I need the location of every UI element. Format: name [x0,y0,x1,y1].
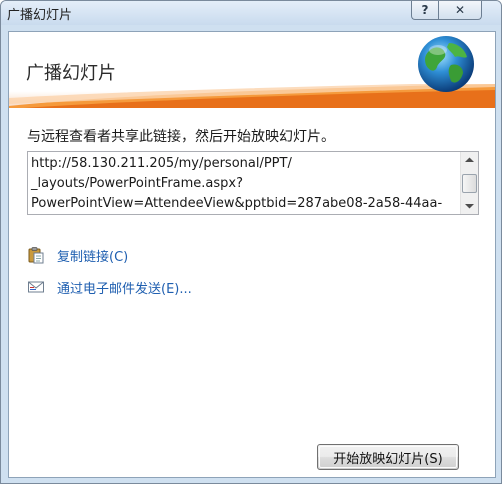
broadcast-dialog: 广播幻灯片 ? ✕ 广播幻灯片 与远程查看者共享此链接，然后开始放映幻灯片。 h… [0,0,502,484]
scroll-down-button[interactable] [461,198,478,214]
close-button[interactable]: ✕ [438,1,482,20]
copy-link-label[interactable]: 复制链接(C) [57,246,128,265]
banner-title: 广播幻灯片 [26,63,116,84]
scroll-thumb[interactable] [462,174,477,193]
start-slideshow-button[interactable]: 开始放映幻灯片(S) [317,444,459,470]
chevron-up-icon [465,157,474,162]
window-title: 广播幻灯片 [7,8,73,23]
send-email-label[interactable]: 通过电子邮件发送(E)... [57,278,192,297]
share-link-text[interactable]: http://58.130.211.205/my/personal/PPT/ _… [31,154,455,214]
link-line-2: _layouts/PowerPointFrame.aspx? [31,176,244,191]
globe-icon [418,36,474,92]
clipboard-icon [28,247,44,264]
email-icon [28,281,44,293]
start-slideshow-label: 开始放映幻灯片(S) [333,451,443,467]
vertical-scrollbar[interactable] [460,152,478,214]
scroll-up-button[interactable] [461,152,478,168]
copy-link[interactable]: 复制链接(C) [27,244,128,266]
title-bar[interactable]: 广播幻灯片 ? ✕ [1,1,501,25]
header-banner: 广播幻灯片 [9,32,495,108]
instruction-text: 与远程查看者共享此链接，然后开始放映幻灯片。 [27,129,335,145]
chevron-down-icon [465,204,474,209]
close-icon: ✕ [454,3,466,17]
link-line-3: PowerPointView=AttendeeView&pptbid=287ab… [31,196,443,211]
share-link-textbox[interactable]: http://58.130.211.205/my/personal/PPT/ _… [27,151,479,215]
help-button[interactable]: ? [411,1,438,20]
help-icon: ? [421,3,429,17]
link-line-1: http://58.130.211.205/my/personal/PPT/ [31,156,292,171]
send-email-link[interactable]: 通过电子邮件发送(E)... [27,276,192,298]
dialog-content: 广播幻灯片 与远程查看者共享此链接，然后开始放映幻灯片。 http://58.1 [8,31,496,478]
